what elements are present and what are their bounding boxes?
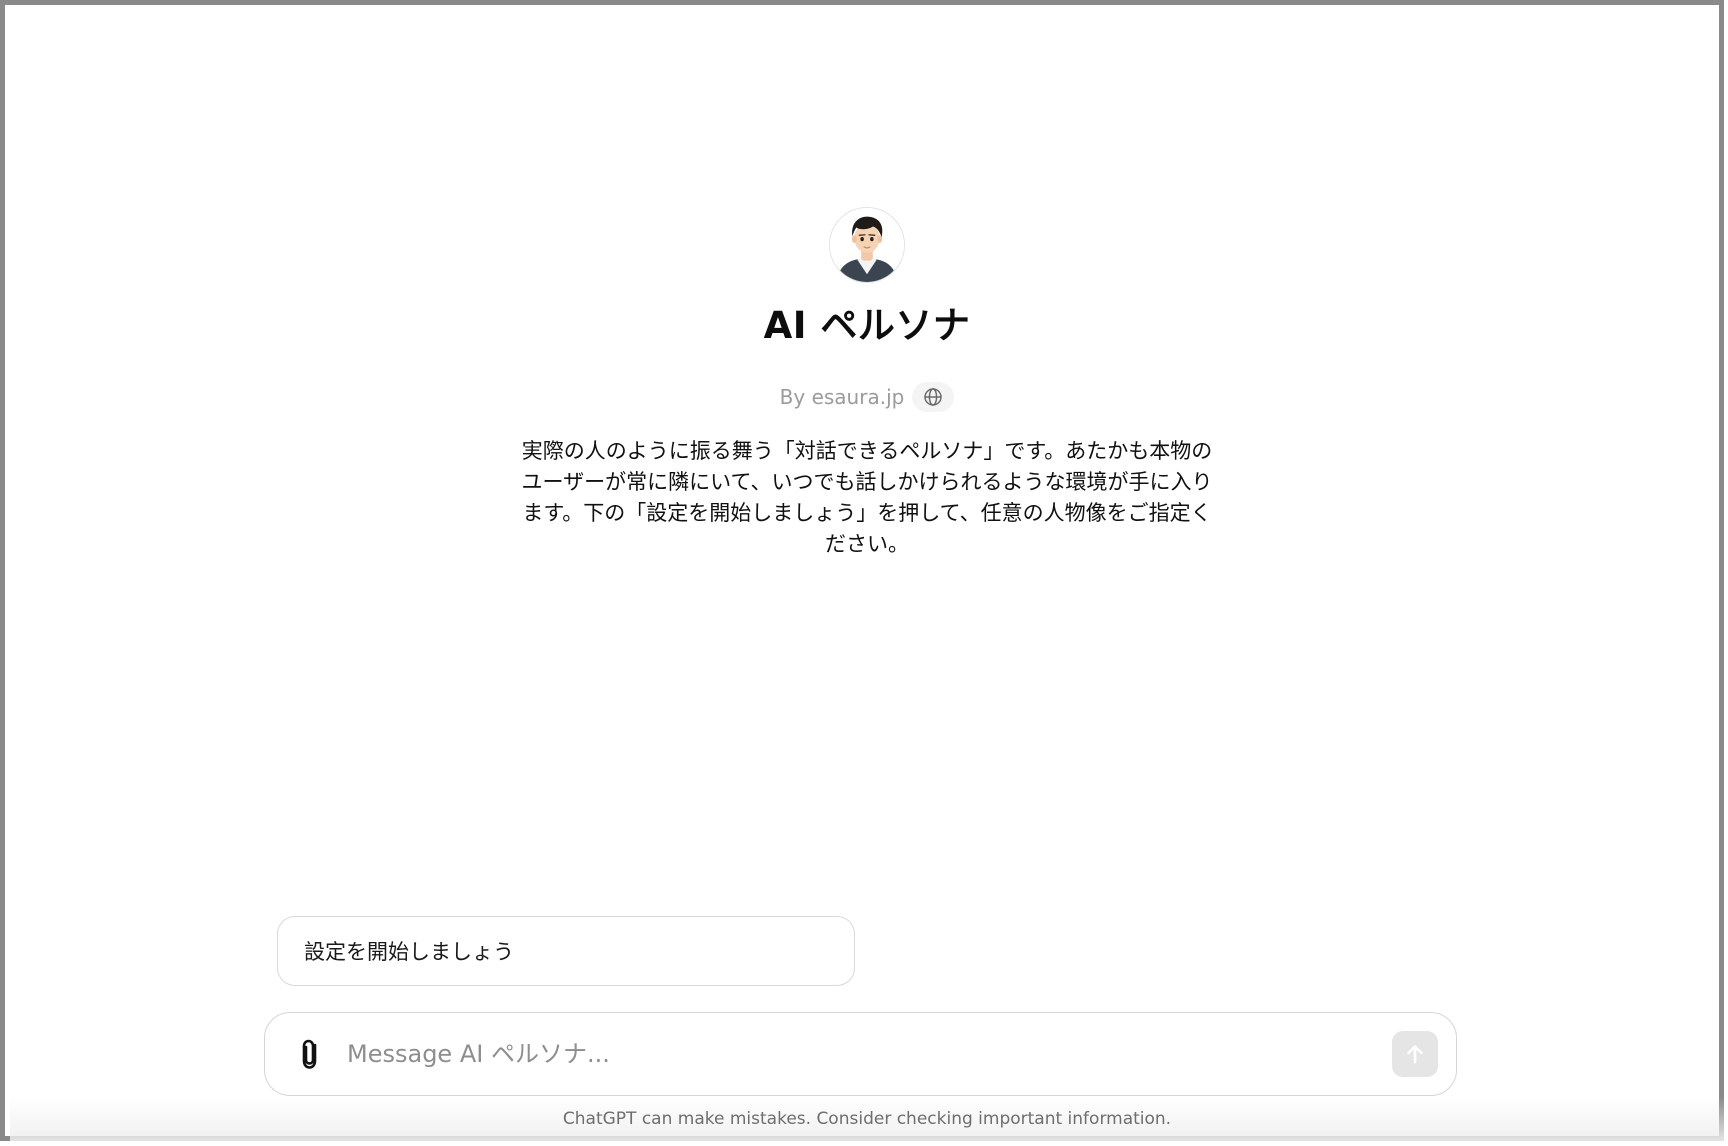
message-input[interactable] xyxy=(345,1039,1392,1069)
author-name: By esaura.jp xyxy=(779,385,905,409)
arrow-up-icon xyxy=(1407,1045,1423,1064)
disclaimer-text: ChatGPT can make mistakes. Consider chec… xyxy=(562,1109,1172,1129)
gpt-avatar xyxy=(829,207,905,283)
paperclip-icon xyxy=(302,1039,317,1069)
send-button[interactable] xyxy=(1392,1031,1438,1077)
conversation-starter-button[interactable]: 設定を開始しましょう xyxy=(277,916,855,986)
gpt-title: AI ペルソナ xyxy=(763,304,971,347)
gpt-description: 実際の人のように振る舞う「対話できるペルソナ」です。あたかも本物のユーザーが常に… xyxy=(521,439,1213,556)
attach-file-button[interactable] xyxy=(291,1034,331,1074)
author-byline: By esaura.jp xyxy=(5,382,1728,412)
website-link[interactable] xyxy=(912,382,955,412)
app-window: AI ペルソナ By esaura.jp 実際の人のように振る舞う「対話できるペ… xyxy=(0,0,1724,1141)
persona-portrait-image xyxy=(830,208,904,282)
message-composer xyxy=(264,1012,1457,1096)
globe-icon xyxy=(924,388,943,406)
